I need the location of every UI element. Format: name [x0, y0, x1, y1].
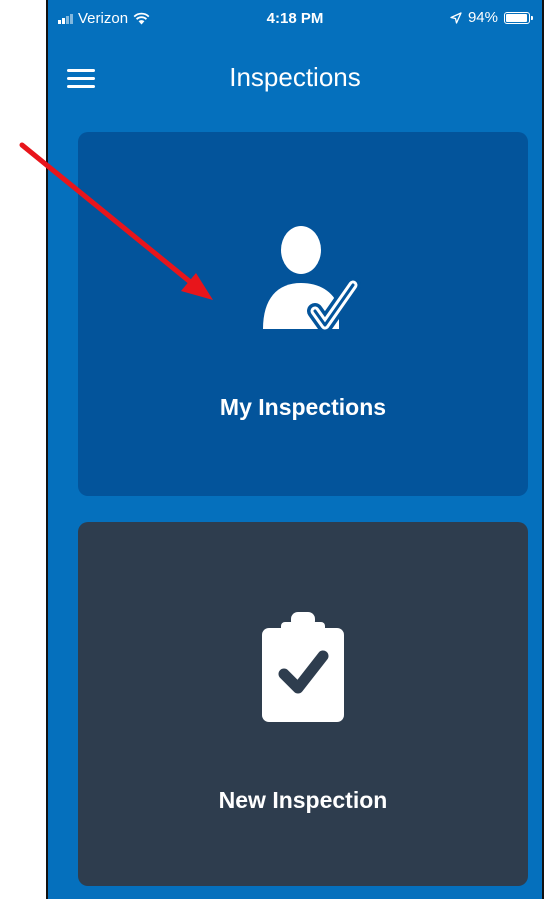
my-inspections-tile[interactable]: My Inspections — [78, 132, 528, 496]
my-inspections-label: My Inspections — [219, 394, 387, 420]
page-title: Inspections — [229, 62, 361, 92]
navigation-bar: Inspections — [48, 42, 542, 112]
battery-icon — [504, 11, 533, 24]
new-inspection-label: New Inspection — [218, 787, 388, 813]
phone-screen: Verizon 4:18 PM 94% Inspections My Inspe… — [46, 0, 544, 899]
status-right: 94% — [450, 9, 533, 26]
battery-percent: 94% — [467, 9, 498, 26]
clipboard-check-icon — [78, 608, 528, 724]
battery-fill — [506, 13, 527, 22]
user-check-icon — [78, 217, 528, 337]
location-arrow-icon — [450, 11, 462, 24]
status-bar: Verizon 4:18 PM 94% — [48, 0, 542, 40]
new-inspection-tile[interactable]: New Inspection — [78, 522, 528, 886]
